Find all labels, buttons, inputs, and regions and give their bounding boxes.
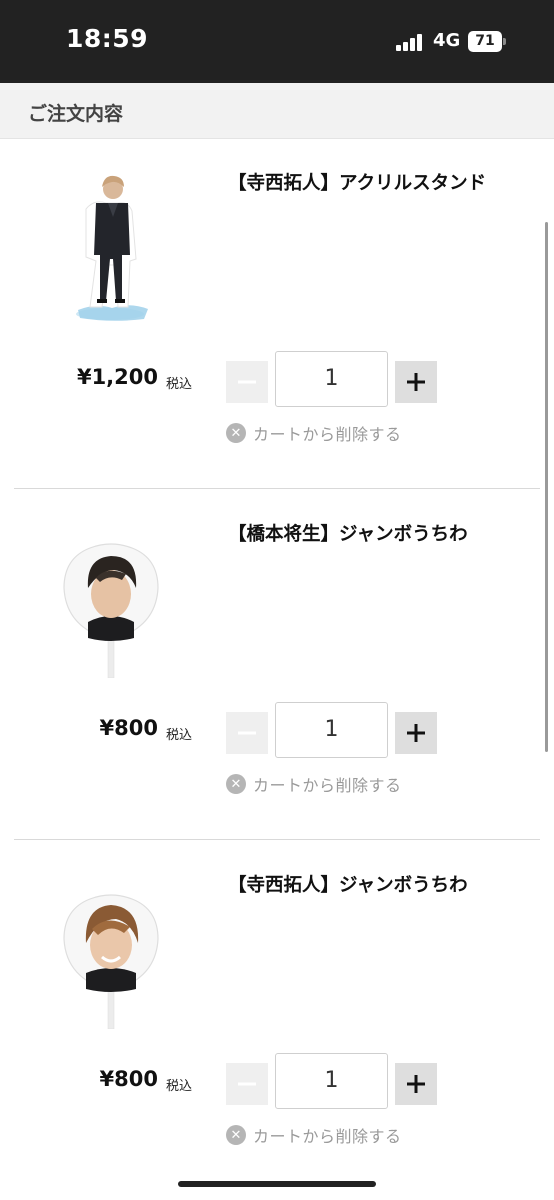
cart-item: 【寺西拓人】アクリルスタンド ¥1,200 税込 1 ✕ カートから削除する [0,139,554,489]
quantity-input[interactable]: 1 [275,1053,388,1109]
item-name[interactable]: 【寺西拓人】ジャンボうちわ [228,871,468,897]
quantity-input[interactable]: 1 [275,702,388,758]
item-price: ¥1,200 [76,365,158,389]
decrease-quantity-button[interactable] [226,712,268,754]
uchiwa-image[interactable] [56,518,174,678]
scrollbar[interactable] [545,222,548,752]
quantity-input[interactable]: 1 [275,351,388,407]
divider [14,488,540,489]
network-type: 4G [433,30,461,51]
order-header: ご注文内容 [0,83,554,139]
item-name[interactable]: 【橋本将生】ジャンボうちわ [228,520,468,546]
status-time: 18:59 [66,24,149,53]
item-price: ¥800 [99,716,158,740]
cart-item: 【橋本将生】ジャンボうちわ ¥800 税込 1 ✕ カートから削除する [0,490,554,840]
remove-label: カートから削除する [253,1127,402,1146]
decrease-quantity-button[interactable] [226,361,268,403]
battery-icon: 71 [468,31,506,52]
decrease-quantity-button[interactable] [226,1063,268,1105]
item-price: ¥800 [99,1067,158,1091]
minus-icon [238,1082,256,1086]
page-title: ご注文内容 [28,103,124,125]
close-circle-icon: ✕ [226,423,246,443]
increase-quantity-button[interactable] [395,712,437,754]
item-name[interactable]: 【寺西拓人】アクリルスタンド [228,169,486,195]
close-circle-icon: ✕ [226,1125,246,1145]
battery-level: 71 [468,31,502,52]
tax-label: 税込 [166,377,193,392]
remove-label: カートから削除する [253,776,402,795]
tax-label: 税込 [166,1079,193,1094]
increase-quantity-button[interactable] [395,1063,437,1105]
close-circle-icon: ✕ [226,774,246,794]
home-indicator[interactable] [178,1181,376,1187]
remove-label: カートから削除する [253,425,402,444]
plus-icon [407,1075,425,1093]
minus-icon [238,380,256,384]
status-bar: 18:59 4G 71 [0,0,554,83]
increase-quantity-button[interactable] [395,361,437,403]
plus-icon [407,373,425,391]
minus-icon [238,731,256,735]
acrylic-stand-image[interactable] [56,167,174,327]
remove-from-cart-link[interactable]: ✕ カートから削除する [226,421,402,445]
divider [14,839,540,840]
uchiwa-image[interactable] [56,869,174,1029]
cart-item: 【寺西拓人】ジャンボうちわ ¥800 税込 1 ✕ カートから削除する [0,841,554,1191]
signal-icon [396,34,426,51]
tax-label: 税込 [166,728,193,743]
plus-icon [407,724,425,742]
remove-from-cart-link[interactable]: ✕ カートから削除する [226,1123,402,1147]
remove-from-cart-link[interactable]: ✕ カートから削除する [226,772,402,796]
